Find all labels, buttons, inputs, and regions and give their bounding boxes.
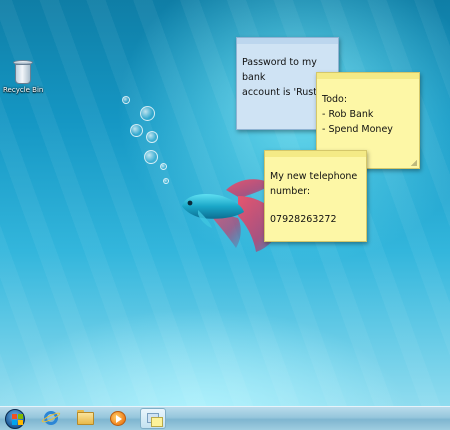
- wallpaper-bubble: [146, 131, 158, 143]
- wallpaper-bubble: [160, 163, 167, 170]
- sticky-notes-icon-front: [151, 417, 163, 427]
- sticky-note-telephone[interactable]: My new telephone number: 07928263272: [264, 150, 367, 242]
- wallpaper-bubble: [130, 124, 143, 137]
- windows-start-orb: [5, 409, 25, 429]
- wallpaper-bubble: [122, 96, 130, 104]
- wallpaper-bubble: [140, 106, 155, 121]
- desktop[interactable]: Recycle Bin Password to my bank account …: [0, 0, 450, 406]
- sticky-note-text[interactable]: My new telephone number:: [270, 171, 357, 197]
- wallpaper-bubble: [163, 178, 169, 184]
- taskbar-media-player-button[interactable]: [105, 408, 131, 429]
- taskbar-sticky-notes-button[interactable]: [140, 408, 166, 429]
- start-button[interactable]: [2, 408, 29, 430]
- resize-grip-icon[interactable]: [411, 160, 417, 166]
- wallpaper-bubble: [144, 150, 158, 164]
- desktop-icon-recycle-bin[interactable]: Recycle Bin: [3, 60, 43, 94]
- windows-explorer-icon: [77, 412, 94, 425]
- taskbar-windows-explorer-button[interactable]: [72, 408, 98, 429]
- taskbar: [0, 406, 450, 430]
- recycle-bin-icon: [13, 60, 33, 84]
- play-triangle: [116, 415, 122, 423]
- desktop-icon-label: Recycle Bin: [3, 86, 44, 94]
- taskbar-internet-explorer-button[interactable]: [38, 408, 64, 429]
- windows-flag-icon: [12, 414, 23, 425]
- sticky-note-text[interactable]: Todo: - Rob Bank - Spend Money: [317, 79, 419, 137]
- telephone-number[interactable]: 07928263272: [270, 212, 362, 227]
- sticky-note-content[interactable]: My new telephone number: 07928263272: [265, 157, 366, 227]
